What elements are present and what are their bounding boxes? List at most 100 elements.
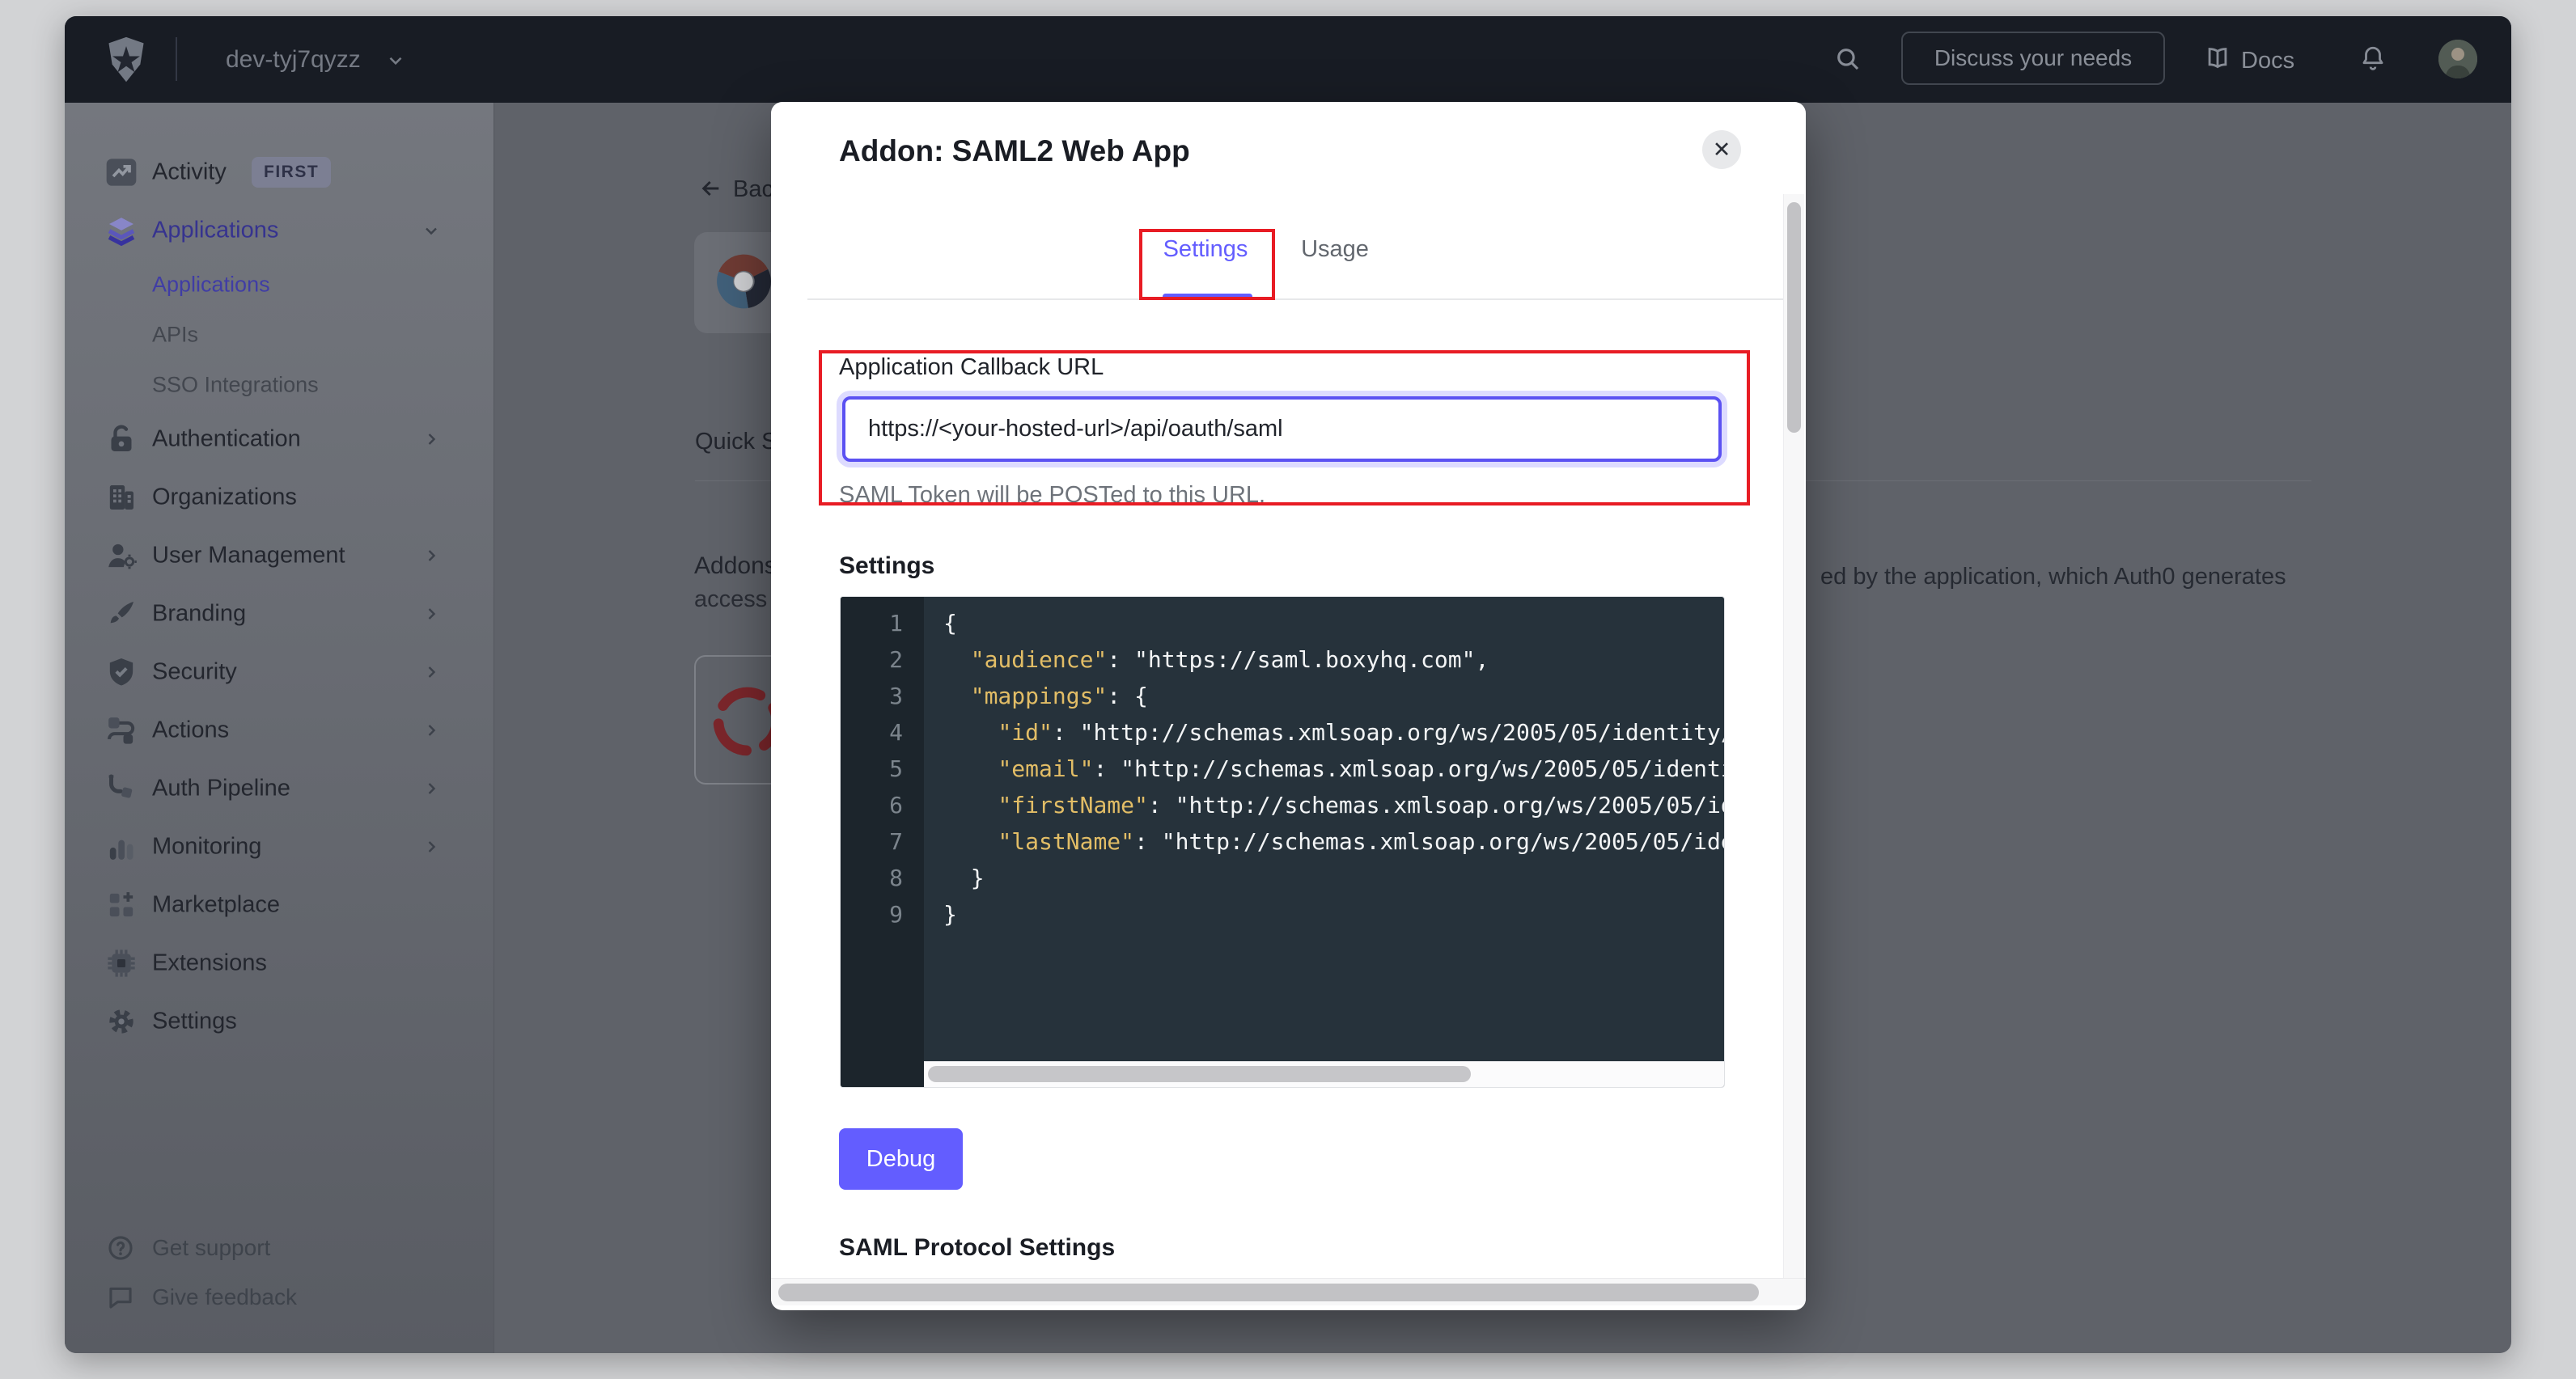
sidebar-item-label: User Management <box>152 543 345 569</box>
background-paragraph-fragment: ed by the application, which Auth0 gener… <box>1820 564 2286 590</box>
sidebar-item-activity[interactable]: Activity FIRST <box>65 143 494 201</box>
application-logo-icon <box>716 254 771 309</box>
sidebar-item-branding[interactable]: Branding <box>65 585 494 643</box>
tab-settings[interactable]: Settings <box>1157 236 1254 263</box>
code-line: "lastName": "http://schemas.xmlsoap.org/… <box>943 828 1724 855</box>
tab-usage[interactable]: Usage <box>1294 236 1375 263</box>
sidebar-item-label: Authentication <box>152 426 301 453</box>
sidebar-item-auth-pipeline[interactable]: Auth Pipeline <box>65 759 494 818</box>
line-number: 9 <box>889 901 903 928</box>
addons-text-fragment-2: access <box>694 586 767 613</box>
editor-horizontal-scrollbar <box>924 1061 1724 1087</box>
sidebar-item-sso-integrations[interactable]: SSO Integrations <box>65 360 494 410</box>
bell-icon[interactable] <box>2359 44 2387 72</box>
chevron-right-icon <box>422 721 441 740</box>
discuss-your-needs-button[interactable]: Discuss your needs <box>1901 32 2165 85</box>
code-line: "email": "http://schemas.xmlsoap.org/ws/… <box>943 755 1724 782</box>
editor-code-area[interactable]: { "audience": "https://saml.boxyhq.com",… <box>924 597 1724 1062</box>
code-line: } <box>943 865 985 891</box>
sidebar-item-extensions[interactable]: Extensions <box>65 934 494 992</box>
sidebar-item-organizations[interactable]: Organizations <box>65 468 494 527</box>
sidebar-item-label: Give feedback <box>152 1284 297 1310</box>
callback-url-help-text: SAML Token will be POSTed to this URL. <box>839 482 1265 509</box>
activity-icon <box>105 156 138 188</box>
user-gear-icon <box>105 539 138 572</box>
saml-protocol-settings-heading: SAML Protocol Settings <box>839 1234 1115 1262</box>
chevron-right-icon <box>422 546 441 565</box>
help-circle-icon <box>107 1234 134 1262</box>
chevron-right-icon <box>422 604 441 624</box>
applications-icon <box>105 214 138 247</box>
sidebar-item-label: Branding <box>152 601 246 628</box>
sidebar-item-apis[interactable]: APIs <box>65 310 494 360</box>
sidebar-item-label: Monitoring <box>152 834 261 861</box>
chevron-right-icon <box>422 429 441 449</box>
sidebar-item-actions[interactable]: Actions <box>65 701 494 759</box>
line-number: 4 <box>889 719 903 746</box>
gear-icon <box>105 1005 138 1038</box>
sidebar-item-authentication[interactable]: Authentication <box>65 410 494 468</box>
line-number: 3 <box>889 683 903 709</box>
sidebar: ActivityFIRSTApplicationsApplicationsAPI… <box>65 103 494 1353</box>
tenant-name[interactable]: dev-tyj7qyzz <box>226 46 361 74</box>
line-number: 2 <box>889 646 903 673</box>
sidebar-item-marketplace[interactable]: Marketplace <box>65 876 494 934</box>
code-line: "audience": "https://saml.boxyhq.com", <box>943 646 1489 673</box>
code-line: "id": "http://schemas.xmlsoap.org/ws/200… <box>943 719 1724 746</box>
line-number: 6 <box>889 792 903 819</box>
settings-section-heading: Settings <box>839 552 934 580</box>
chip-icon <box>105 947 138 979</box>
addons-text-fragment: Addons <box>694 552 777 580</box>
flow-icon <box>105 714 138 747</box>
debug-button[interactable]: Debug <box>839 1128 963 1190</box>
close-icon[interactable]: ✕ <box>1702 130 1741 169</box>
callback-url-label: Application Callback URL <box>839 354 1104 381</box>
code-line: } <box>943 901 957 928</box>
line-number: 7 <box>889 828 903 855</box>
addon-saml2-modal: Addon: SAML2 Web App ✕ Settings Usage Ap… <box>771 102 1806 1310</box>
sidebar-item-label: Applications <box>152 218 278 244</box>
settings-json-editor[interactable]: 1 2 3 4 5 6 7 8 9 { "audience": "https://saml.bo… <box>840 596 1725 1088</box>
sidebar-item-label: Activity <box>152 159 227 186</box>
bar-chart-icon <box>105 831 138 863</box>
line-number: 1 <box>889 610 903 637</box>
first-badge: FIRST <box>252 157 331 188</box>
user-avatar[interactable] <box>2438 40 2477 78</box>
search-icon[interactable] <box>1834 45 1862 73</box>
modal-horizontal-scrollbar <box>771 1278 1806 1305</box>
sidebar-item-settings[interactable]: Settings <box>65 992 494 1051</box>
tab-quick-start[interactable]: Quick S <box>695 429 777 455</box>
sidebar-item-get-support[interactable]: Get support <box>65 1225 494 1271</box>
sidebar-item-applications[interactable]: Applications <box>65 260 494 310</box>
sidebar-item-applications[interactable]: Applications <box>65 201 494 260</box>
sidebar-item-label: Get support <box>152 1235 270 1261</box>
sidebar-item-security[interactable]: Security <box>65 643 494 701</box>
sidebar-item-label: Settings <box>152 1009 237 1035</box>
back-link[interactable]: Bac <box>733 176 773 203</box>
modal-horizontal-scrollbar-thumb[interactable] <box>778 1284 1759 1301</box>
sidebar-item-give-feedback[interactable]: Give feedback <box>65 1275 494 1320</box>
chevron-down-icon[interactable] <box>385 50 406 71</box>
sidebar-item-user-management[interactable]: User Management <box>65 527 494 585</box>
chevron-down-icon <box>422 221 441 240</box>
docs-link[interactable]: Docs <box>2241 48 2294 74</box>
auth0-logo-icon <box>102 35 150 85</box>
code-line: { <box>943 610 957 637</box>
back-arrow-icon[interactable] <box>698 176 724 201</box>
grid-plus-icon <box>105 889 138 921</box>
lock-icon <box>105 423 138 455</box>
sidebar-item-label: Security <box>152 659 237 686</box>
top-navbar: dev-tyj7qyzz Discuss your needs Docs <box>65 16 2511 103</box>
callback-url-input[interactable] <box>842 396 1722 462</box>
chevron-right-icon <box>422 779 441 798</box>
chevron-right-icon <box>422 662 441 682</box>
line-number: 5 <box>889 755 903 782</box>
chat-bubble-icon <box>107 1284 134 1311</box>
editor-horizontal-scrollbar-thumb[interactable] <box>928 1066 1471 1082</box>
line-number: 8 <box>889 865 903 891</box>
tabbar-divider <box>807 298 1783 300</box>
sidebar-item-monitoring[interactable]: Monitoring <box>65 818 494 876</box>
topbar-divider <box>176 37 177 81</box>
modal-vertical-scrollbar-thumb[interactable] <box>1787 202 1801 433</box>
shield-check-icon <box>105 656 138 688</box>
